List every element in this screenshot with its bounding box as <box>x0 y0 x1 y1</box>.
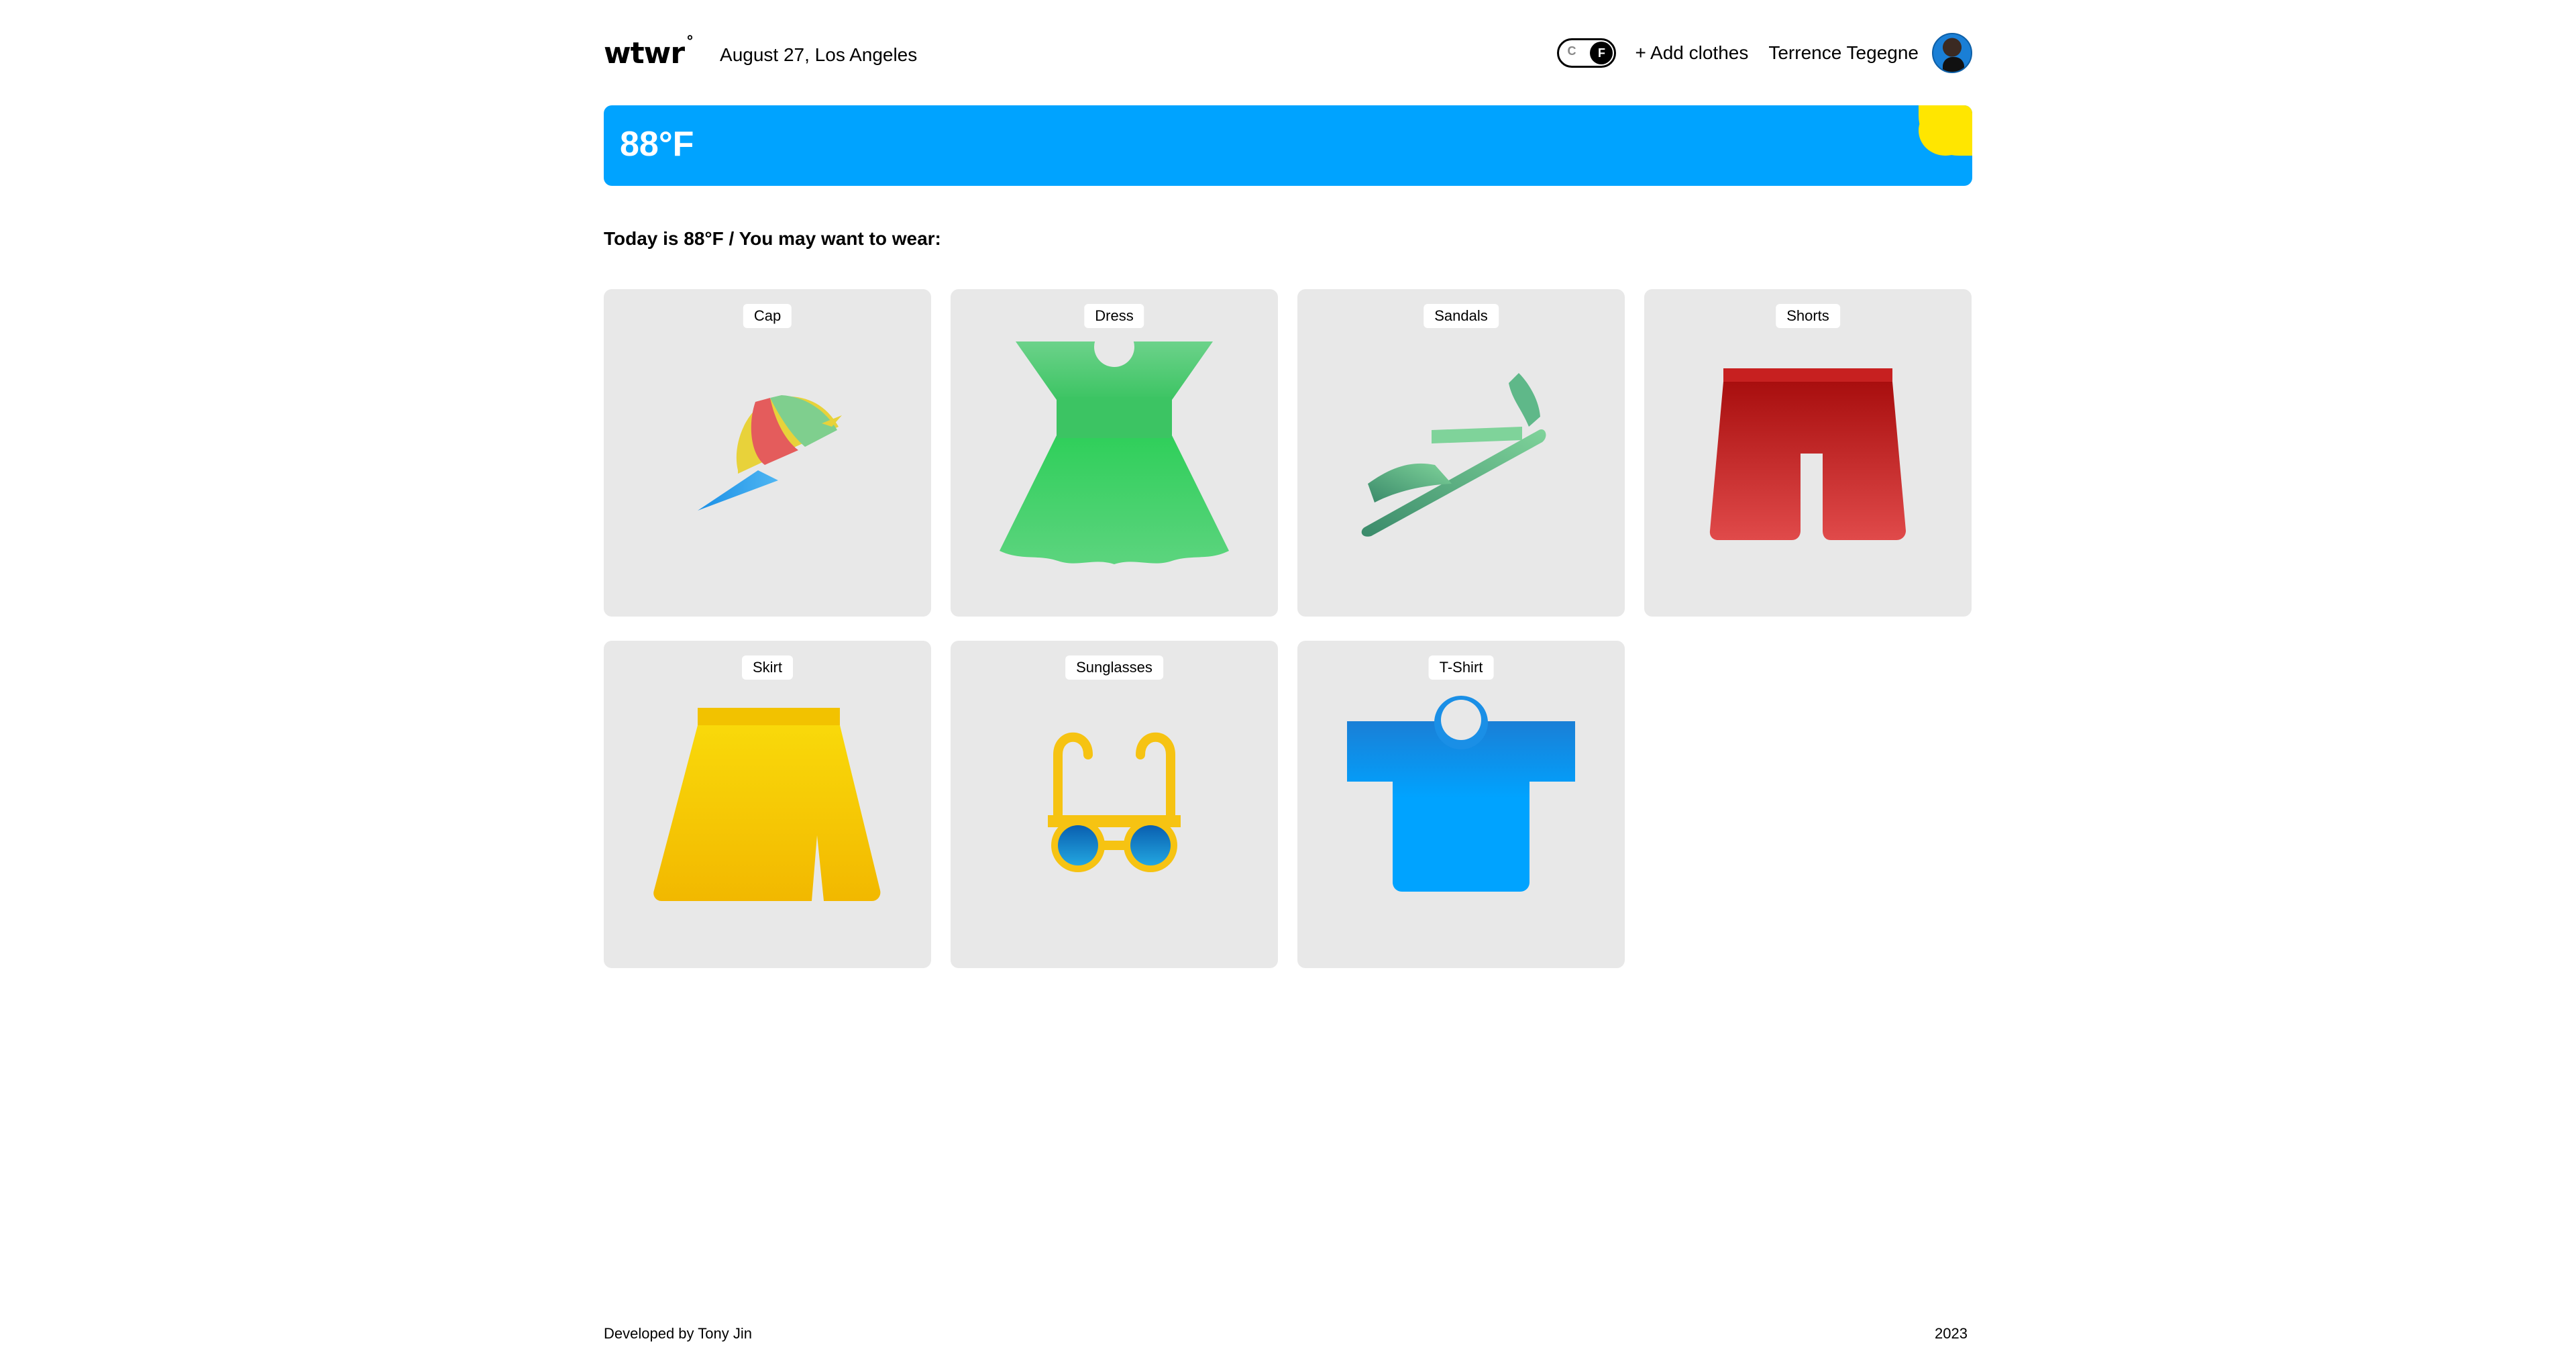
card-label: Sandals <box>1424 304 1499 328</box>
clothing-card-cap[interactable]: Cap <box>604 289 931 617</box>
clothing-card-tshirt[interactable]: T-Shirt <box>1297 641 1625 968</box>
card-label: Sunglasses <box>1065 655 1163 680</box>
recommendation-text: Today is 88°F / You may want to wear: <box>604 228 941 249</box>
temperature-unit-toggle[interactable]: C F <box>1557 38 1617 68</box>
cap-icon <box>698 395 842 511</box>
weather-temperature: 88°F <box>620 125 694 164</box>
logo-mark: ° <box>686 33 694 50</box>
card-label: Dress <box>1084 304 1144 328</box>
date-location: August 27, Los Angeles <box>720 44 918 65</box>
weather-banner: 88°F <box>604 105 1972 186</box>
card-label: Cap <box>743 304 792 328</box>
skirt-icon <box>653 708 881 901</box>
sun-icon <box>1919 105 1972 156</box>
toggle-option-f: F <box>1590 42 1613 64</box>
clothing-card-skirt[interactable]: Skirt <box>604 641 931 968</box>
sunglasses-icon <box>1048 732 1181 872</box>
logo-text: wtwr <box>604 36 685 70</box>
card-label: Skirt <box>742 655 793 680</box>
toggle-option-c: C <box>1567 44 1576 58</box>
avatar[interactable] <box>1932 33 1972 73</box>
footer-year: 2023 <box>1935 1325 1968 1342</box>
clothing-card-shorts[interactable]: Shorts <box>1644 289 1972 617</box>
footer-credit: Developed by Tony Jin <box>604 1325 752 1342</box>
logo[interactable]: wtwr ° <box>604 33 694 70</box>
dress-icon <box>1000 327 1229 564</box>
add-clothes-button[interactable]: + Add clothes <box>1635 42 1748 64</box>
clothing-card-dress[interactable]: Dress <box>951 289 1278 617</box>
shorts-icon <box>1709 368 1906 540</box>
username[interactable]: Terrence Tegegne <box>1768 42 1919 64</box>
page: wtwr ° August 27, Los Angeles C F + Add … <box>0 0 2576 1370</box>
sandals-icon <box>1361 373 1546 537</box>
card-label: T-Shirt <box>1428 655 1494 680</box>
clothing-card-sunglasses[interactable]: Sunglasses <box>951 641 1278 968</box>
clothing-card-sandals[interactable]: Sandals <box>1297 289 1625 617</box>
header: wtwr ° August 27, Los Angeles C F + Add … <box>604 30 1972 76</box>
tshirt-icon <box>1347 696 1575 892</box>
header-actions: C F + Add clothes Terrence Tegegne <box>1557 33 1972 73</box>
card-label: Shorts <box>1776 304 1840 328</box>
